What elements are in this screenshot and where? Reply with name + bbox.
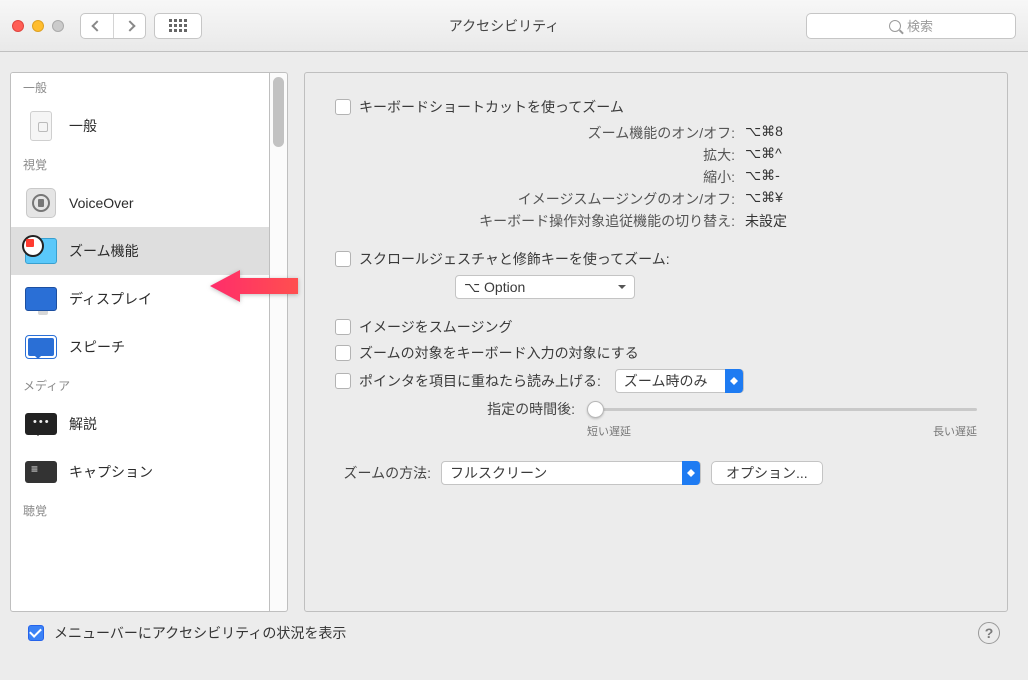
zoom-follows-kb-row: ズームの対象をキーボード入力の対象にする bbox=[335, 343, 977, 363]
toolbar: アクセシビリティ 検索 bbox=[0, 0, 1028, 52]
forward-button[interactable] bbox=[113, 14, 145, 38]
slider-knob[interactable] bbox=[587, 401, 604, 418]
scrollbar-thumb[interactable] bbox=[273, 77, 284, 147]
section-header-vision: 視覚 bbox=[11, 150, 269, 179]
modifier-select-value: ⌥ Option bbox=[464, 279, 525, 296]
descriptions-icon bbox=[25, 408, 57, 440]
zoom-method-select[interactable]: フルスクリーン bbox=[441, 461, 701, 485]
sidebar-item-general[interactable]: 一般 bbox=[11, 102, 269, 150]
sc-val: ⌥⌘- bbox=[745, 167, 809, 187]
zoom-window[interactable] bbox=[52, 20, 64, 32]
minimize-window[interactable] bbox=[32, 20, 44, 32]
show-status-label: メニューバーにアクセシビリティの状況を表示 bbox=[54, 623, 346, 643]
sc-key: 拡大: bbox=[703, 145, 735, 165]
hover-speak-checkbox[interactable] bbox=[335, 373, 351, 389]
sidebar-scrollbar[interactable] bbox=[270, 72, 288, 612]
sidebar: 一般 一般 視覚 VoiceOver ズーム機能 ディスプレイ スピーチ bbox=[10, 72, 270, 612]
delay-short-label: 短い遅延 bbox=[587, 423, 631, 439]
zoom-method-row: ズームの方法: フルスクリーン オプション... bbox=[335, 461, 977, 485]
scroll-gesture-row: スクロールジェスチャと修飾キーを使ってズーム: bbox=[335, 249, 977, 269]
zoom-follows-kb-checkbox[interactable] bbox=[335, 345, 351, 361]
modifier-select-wrap: ⌥ Option bbox=[455, 275, 977, 299]
sidebar-item-display[interactable]: ディスプレイ bbox=[11, 275, 269, 323]
hover-speak-row: ポインタを項目に重ねたら読み上げる: ズーム時のみ bbox=[335, 369, 977, 393]
captions-icon bbox=[25, 456, 57, 488]
window-title: アクセシビリティ bbox=[210, 16, 798, 36]
footer: メニューバーにアクセシビリティの状況を表示 ? bbox=[0, 612, 1028, 654]
sidebar-item-descriptions[interactable]: 解説 bbox=[11, 400, 269, 448]
footer-left: メニューバーにアクセシビリティの状況を表示 bbox=[28, 623, 346, 643]
sidebar-item-label: 解説 bbox=[69, 414, 97, 434]
main-split: 一般 一般 視覚 VoiceOver ズーム機能 ディスプレイ スピーチ bbox=[0, 52, 1028, 612]
updown-icon bbox=[725, 369, 743, 393]
sidebar-item-voiceover[interactable]: VoiceOver bbox=[11, 179, 269, 227]
smooth-images-row: イメージをスムージング bbox=[335, 317, 977, 337]
section-header-hearing: 聴覚 bbox=[11, 496, 269, 525]
chevron-right-icon bbox=[124, 20, 135, 31]
chevron-down-icon bbox=[618, 285, 626, 293]
options-button-label: オプション... bbox=[726, 463, 808, 483]
delay-slider[interactable] bbox=[587, 408, 977, 411]
search-icon bbox=[889, 20, 901, 32]
section-header-media: メディア bbox=[11, 371, 269, 400]
smooth-images-checkbox[interactable] bbox=[335, 319, 351, 335]
delay-long-label: 長い遅延 bbox=[933, 423, 977, 439]
sc-val: 未設定 bbox=[745, 211, 809, 231]
grid-icon bbox=[169, 19, 187, 32]
sc-val: ⌥⌘8 bbox=[745, 123, 809, 143]
zoom-method-label: ズームの方法: bbox=[335, 463, 431, 483]
help-button[interactable]: ? bbox=[978, 622, 1000, 644]
nav-segment bbox=[80, 13, 146, 39]
scroll-gesture-label: スクロールジェスチャと修飾キーを使ってズーム: bbox=[359, 249, 670, 269]
sidebar-container: 一般 一般 視覚 VoiceOver ズーム機能 ディスプレイ スピーチ bbox=[10, 72, 288, 612]
zoom-method-value: フルスクリーン bbox=[450, 463, 547, 483]
voiceover-icon bbox=[25, 187, 57, 219]
speech-icon bbox=[25, 331, 57, 363]
smooth-images-label: イメージをスムージング bbox=[359, 317, 512, 337]
sidebar-item-speech[interactable]: スピーチ bbox=[11, 323, 269, 371]
options-button[interactable]: オプション... bbox=[711, 461, 823, 485]
sidebar-item-zoom[interactable]: ズーム機能 bbox=[11, 227, 269, 275]
kb-shortcut-label: キーボードショートカットを使ってズーム bbox=[359, 97, 624, 117]
modifier-select[interactable]: ⌥ Option bbox=[455, 275, 635, 299]
hover-scope-value: ズーム時のみ bbox=[624, 371, 708, 391]
traffic-lights bbox=[12, 20, 64, 32]
updown-icon bbox=[682, 461, 700, 485]
display-icon bbox=[25, 283, 57, 315]
back-button[interactable] bbox=[81, 14, 113, 38]
search-placeholder: 検索 bbox=[907, 16, 933, 35]
hover-speak-label: ポインタを項目に重ねたら読み上げる: bbox=[359, 371, 601, 391]
zoom-follows-kb-label: ズームの対象をキーボード入力の対象にする bbox=[359, 343, 639, 363]
sidebar-item-label: ディスプレイ bbox=[69, 289, 152, 309]
hover-scope-select[interactable]: ズーム時のみ bbox=[615, 369, 745, 393]
close-window[interactable] bbox=[12, 20, 24, 32]
delay-label: 指定の時間後: bbox=[335, 399, 575, 419]
search-field[interactable]: 検索 bbox=[806, 13, 1016, 39]
sc-key: キーボード操作対象追従機能の切り替え: bbox=[479, 211, 735, 231]
sc-key: イメージスムージングのオン/オフ: bbox=[518, 189, 735, 209]
slider-end-labels: 短い遅延 長い遅延 bbox=[587, 423, 977, 439]
kb-shortcut-checkbox[interactable] bbox=[335, 99, 351, 115]
sc-key: 縮小: bbox=[703, 167, 735, 187]
zoom-settings-panel: キーボードショートカットを使ってズーム ズーム機能のオン/オフ: ⌥⌘8 拡大: ⌥… bbox=[304, 72, 1008, 612]
sidebar-item-label: ズーム機能 bbox=[69, 241, 139, 261]
kb-shortcut-row: キーボードショートカットを使ってズーム bbox=[335, 97, 977, 117]
sc-val: ⌥⌘^ bbox=[745, 145, 809, 165]
shortcut-list: ズーム機能のオン/オフ: ⌥⌘8 拡大: ⌥⌘^ 縮小: ⌥⌘- イメージスムージング… bbox=[335, 123, 977, 231]
sidebar-item-label: 一般 bbox=[69, 116, 97, 136]
sc-key: ズーム機能のオン/オフ: bbox=[588, 123, 735, 143]
delay-slider-row: 指定の時間後: bbox=[335, 399, 977, 419]
section-header-general: 一般 bbox=[11, 73, 269, 102]
scroll-gesture-checkbox[interactable] bbox=[335, 251, 351, 267]
sidebar-item-captions[interactable]: キャプション bbox=[11, 448, 269, 496]
sc-val: ⌥⌘¥ bbox=[745, 189, 809, 209]
sidebar-item-label: スピーチ bbox=[69, 337, 125, 357]
show-status-checkbox[interactable] bbox=[28, 625, 44, 641]
sidebar-item-label: VoiceOver bbox=[69, 195, 134, 211]
general-icon bbox=[25, 110, 57, 142]
chevron-left-icon bbox=[91, 20, 102, 31]
show-all-button[interactable] bbox=[154, 13, 202, 39]
sidebar-item-label: キャプション bbox=[69, 462, 153, 482]
zoom-icon bbox=[25, 235, 57, 267]
